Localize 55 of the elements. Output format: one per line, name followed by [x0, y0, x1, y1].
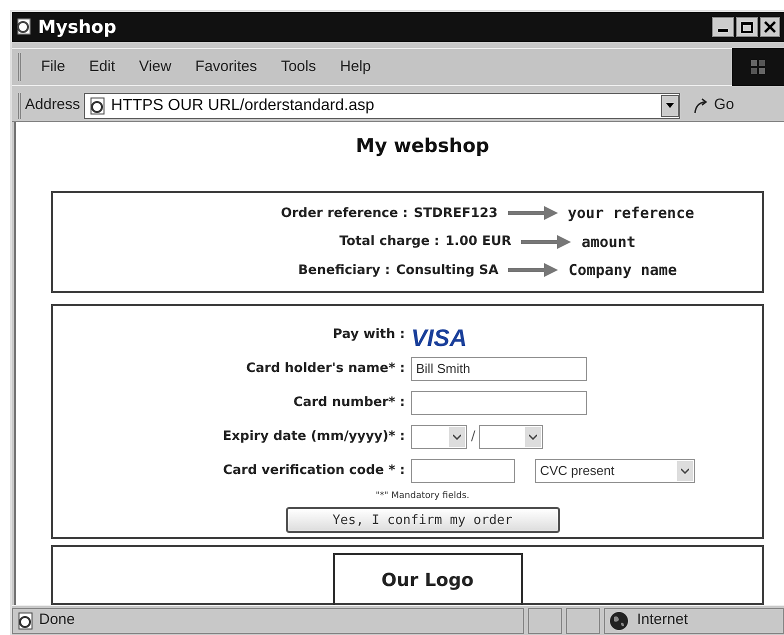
- dropdown-button[interactable]: [661, 94, 680, 116]
- logo-text: Our Logo: [381, 571, 474, 594]
- address-label: Address: [25, 95, 80, 116]
- field-value: STDREF123: [414, 204, 498, 223]
- field-label: Expiry date (mm/yyyy)* :: [222, 428, 406, 446]
- mandatory-note: "*" Mandatory fields.: [374, 490, 470, 503]
- menu-item[interactable]: View: [129, 56, 182, 78]
- page-icon: [17, 612, 35, 630]
- minimize-button[interactable]: [712, 17, 734, 37]
- field-label: Pay with :: [332, 326, 406, 344]
- menu-item[interactable]: Tools: [270, 56, 326, 78]
- arrow-icon: [521, 234, 572, 249]
- caret-icon: [666, 103, 674, 108]
- go-button[interactable]: Go: [692, 94, 734, 117]
- caret-icon: [681, 468, 689, 474]
- field-label: Card number* :: [292, 394, 406, 412]
- menu-item[interactable]: Edit: [79, 56, 126, 78]
- field-label: Total charge :: [339, 233, 440, 252]
- confirm-button[interactable]: Yes, I confirm my order: [286, 507, 560, 534]
- card-brand-logo: VISA: [411, 326, 468, 351]
- arrow-icon: [508, 206, 558, 220]
- field-label: Card verification code * :: [222, 462, 406, 480]
- field-label: Beneficiary :: [298, 262, 390, 280]
- address-field[interactable]: HTTPS OUR URL/orderstandard.asp: [84, 92, 680, 118]
- maximize-button[interactable]: [736, 17, 758, 37]
- cvc-dropdown[interactable]: CVC present: [535, 458, 695, 483]
- input-field[interactable]: [411, 458, 515, 483]
- window-title: Myshop: [38, 16, 116, 40]
- input-field[interactable]: Bill Smith: [411, 356, 587, 381]
- close-button[interactable]: [760, 17, 780, 37]
- field-value: 1.00 EUR: [445, 233, 512, 252]
- page-heading: My webshop: [354, 134, 490, 159]
- field-label: Order reference :: [280, 204, 408, 223]
- arrow-icon: [508, 263, 558, 278]
- globe-icon: [609, 610, 629, 630]
- caret-icon: [453, 434, 461, 440]
- security-zone-text: Internet: [637, 610, 688, 630]
- menu-item[interactable]: File: [31, 56, 76, 78]
- field-label: Card holder's name* :: [245, 360, 406, 378]
- input-field[interactable]: [411, 390, 587, 415]
- annotation-text: your reference: [568, 203, 694, 224]
- status-panel: [528, 608, 562, 634]
- field-value: Consulting SA: [396, 262, 498, 280]
- page-icon: [89, 96, 108, 114]
- month-dropdown[interactable]: [411, 424, 467, 449]
- status-panel: [566, 608, 600, 634]
- year-dropdown[interactable]: [479, 424, 544, 449]
- menu-item[interactable]: Favorites: [185, 56, 267, 78]
- annotation-text: Company name: [568, 260, 677, 282]
- separator-text: /: [471, 428, 476, 446]
- throbber-icon: [732, 48, 784, 86]
- status-text: Done: [39, 610, 75, 630]
- caret-icon: [529, 434, 538, 440]
- menu-item[interactable]: Help: [330, 56, 381, 78]
- annotation-text: amount: [581, 232, 636, 253]
